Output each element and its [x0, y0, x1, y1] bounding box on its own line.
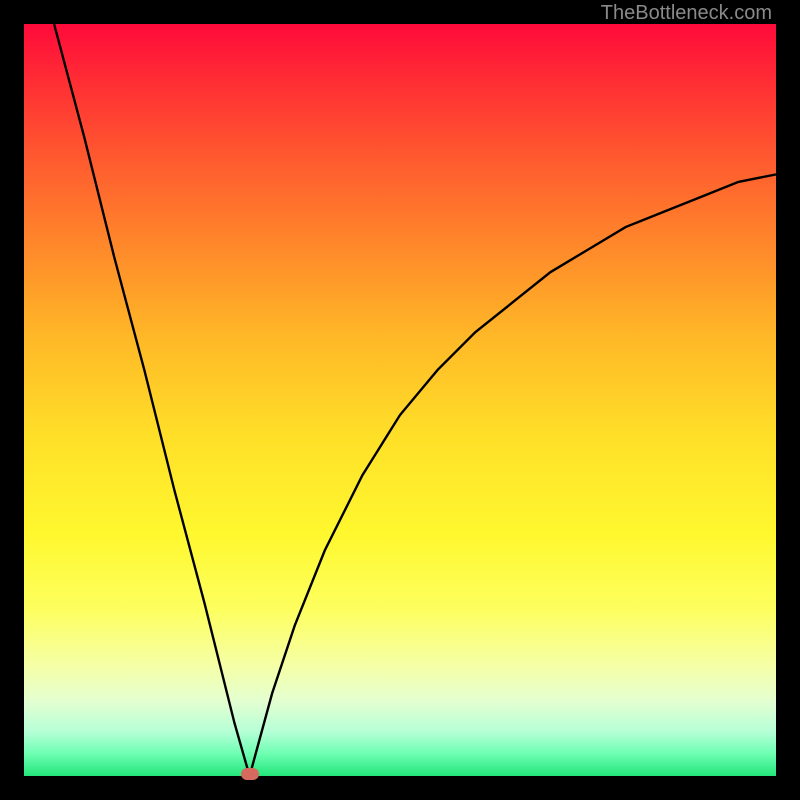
minimum-marker: [241, 768, 259, 780]
attribution-text: TheBottleneck.com: [601, 2, 772, 25]
chart-plot-area: [24, 24, 776, 776]
